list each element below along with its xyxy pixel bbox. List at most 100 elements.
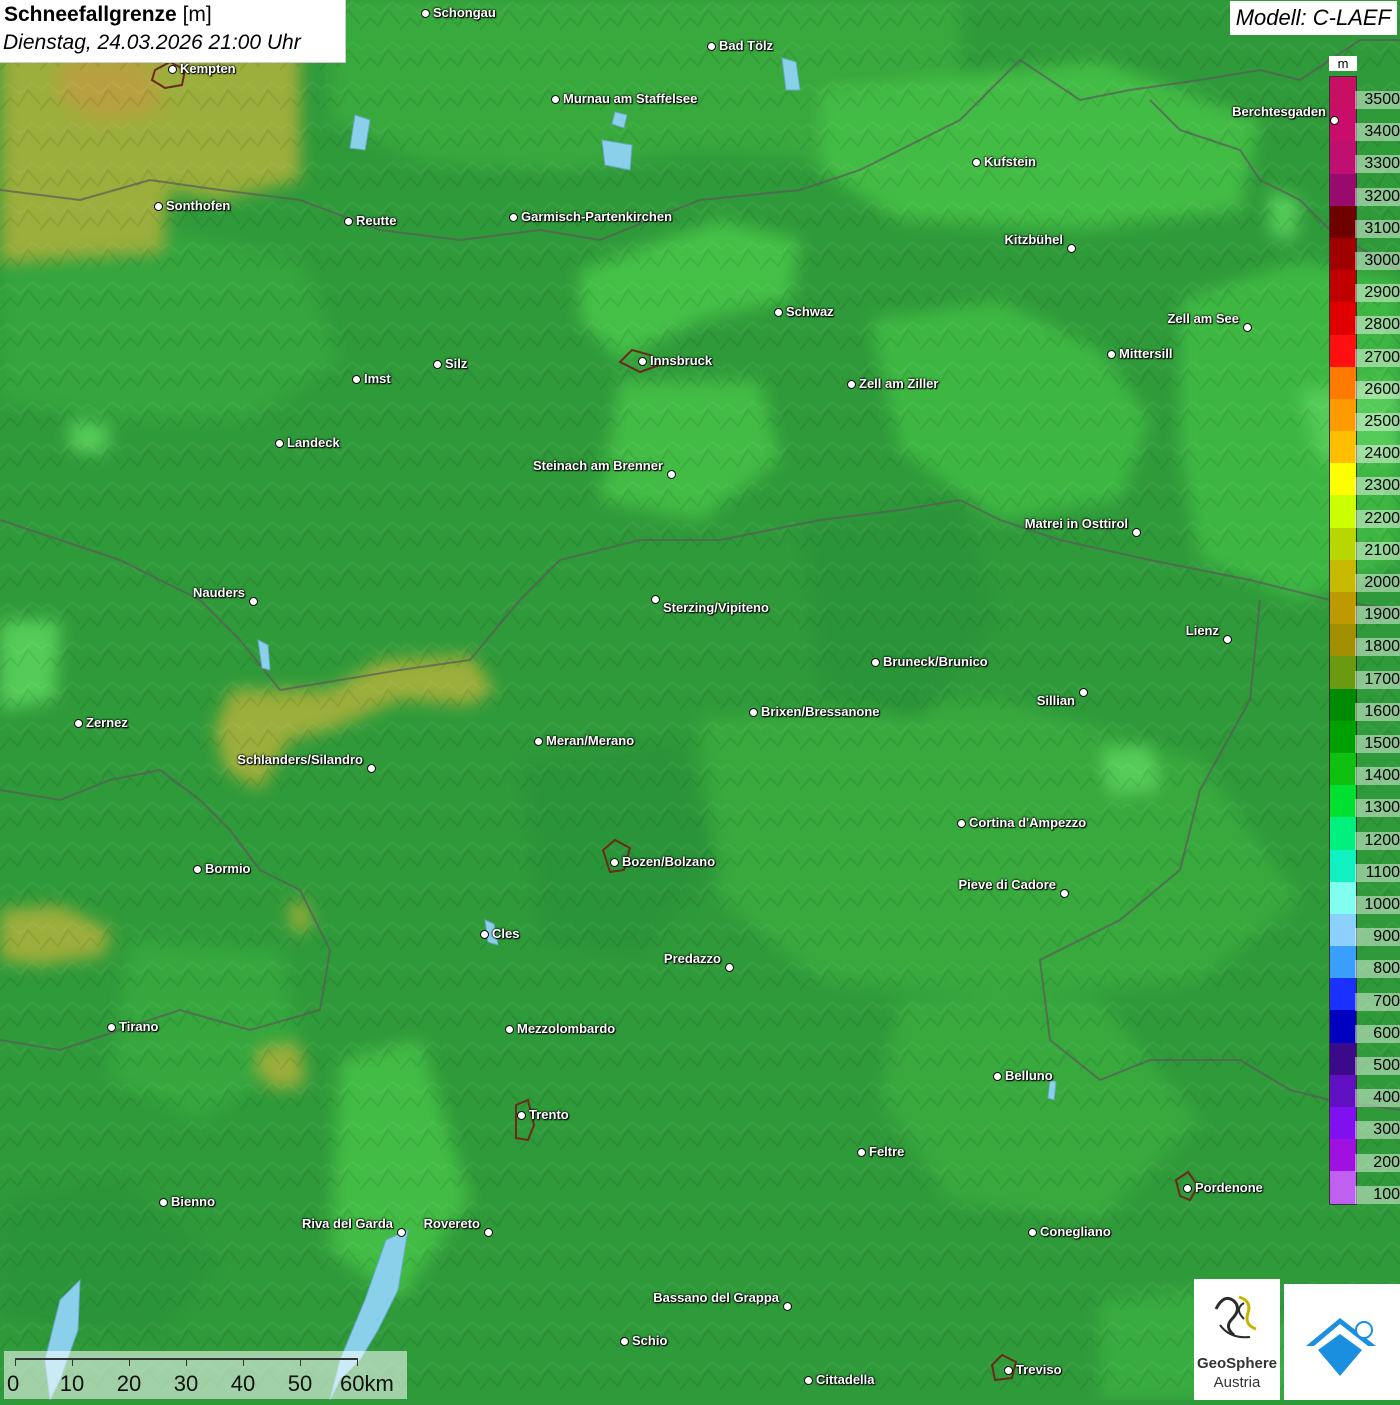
city-label[interactable]: Conegliano [1040, 1224, 1111, 1239]
city-label[interactable]: Meran/Merano [546, 733, 634, 748]
city-marker[interactable] [1132, 528, 1141, 537]
city-label[interactable]: Predazzo [664, 951, 721, 966]
city-marker[interactable] [1330, 116, 1339, 125]
city-marker[interactable] [993, 1072, 1002, 1081]
city-marker[interactable] [107, 1023, 116, 1032]
city-marker[interactable] [74, 719, 83, 728]
city-label[interactable]: Kufstein [984, 154, 1036, 169]
city-label[interactable]: Sonthofen [166, 198, 230, 213]
city-marker[interactable] [847, 380, 856, 389]
city-marker[interactable] [344, 217, 353, 226]
city-label[interactable]: Bassano del Grappa [653, 1290, 779, 1305]
city-marker[interactable] [1243, 323, 1252, 332]
city-label[interactable]: Innsbruck [650, 353, 712, 368]
city-label[interactable]: Berchtesgaden [1232, 104, 1326, 119]
city-marker[interactable] [1028, 1228, 1037, 1237]
city-label[interactable]: Garmisch-Partenkirchen [521, 209, 672, 224]
city-marker[interactable] [957, 819, 966, 828]
city-label[interactable]: Bienno [171, 1194, 215, 1209]
city-label[interactable]: Mittersill [1119, 346, 1172, 361]
city-marker[interactable] [484, 1228, 493, 1237]
city-marker[interactable] [509, 213, 518, 222]
city-label[interactable]: Trento [529, 1107, 569, 1122]
city-label[interactable]: Riva del Garda [302, 1216, 393, 1231]
city-label[interactable]: Brixen/Bressanone [761, 704, 880, 719]
city-marker[interactable] [1004, 1366, 1013, 1375]
city-marker[interactable] [725, 963, 734, 972]
city-label[interactable]: Pieve di Cadore [958, 877, 1056, 892]
city-marker[interactable] [620, 1337, 629, 1346]
city-label[interactable]: Sillian [1037, 693, 1075, 708]
city-marker[interactable] [1079, 688, 1088, 697]
city-marker[interactable] [871, 658, 880, 667]
city-label[interactable]: Mezzolombardo [517, 1021, 615, 1036]
city-marker[interactable] [1183, 1184, 1192, 1193]
city-label[interactable]: Silz [445, 356, 467, 371]
city-label[interactable]: Cittadella [816, 1372, 875, 1387]
city-label[interactable]: Cles [492, 926, 519, 941]
city-marker[interactable] [804, 1376, 813, 1385]
city-label[interactable]: Rovereto [424, 1216, 480, 1231]
city-marker[interactable] [638, 357, 647, 366]
city-label[interactable]: Murnau am Staffelsee [563, 91, 697, 106]
city-marker[interactable] [421, 9, 430, 18]
city-marker[interactable] [1067, 244, 1076, 253]
city-label[interactable]: Schongau [433, 5, 496, 20]
city-label[interactable]: Kempten [180, 61, 236, 76]
city-marker[interactable] [154, 202, 163, 211]
city-marker[interactable] [534, 737, 543, 746]
city-marker[interactable] [505, 1025, 514, 1034]
city-marker[interactable] [249, 597, 258, 606]
geosphere-logo[interactable]: GeoSphere Austria [1194, 1279, 1280, 1400]
city-marker[interactable] [168, 65, 177, 74]
city-marker[interactable] [1223, 635, 1232, 644]
city-label[interactable]: Bozen/Bolzano [622, 854, 715, 869]
city-label[interactable]: Belluno [1005, 1068, 1053, 1083]
city-label[interactable]: Imst [364, 371, 391, 386]
city-marker[interactable] [610, 858, 619, 867]
city-marker[interactable] [667, 470, 676, 479]
app-logo[interactable] [1284, 1284, 1400, 1400]
city-label[interactable]: Pordenone [1195, 1180, 1263, 1195]
city-marker[interactable] [1107, 350, 1116, 359]
city-label[interactable]: Schlanders/Silandro [237, 752, 363, 767]
city-label[interactable]: Treviso [1016, 1362, 1062, 1377]
city-marker[interactable] [433, 360, 442, 369]
city-label[interactable]: Bruneck/Brunico [883, 654, 988, 669]
city-label[interactable]: Schio [632, 1333, 667, 1348]
city-label[interactable]: Nauders [193, 585, 245, 600]
city-marker[interactable] [367, 764, 376, 773]
city-label[interactable]: Zernez [86, 715, 128, 730]
city-marker[interactable] [774, 308, 783, 317]
city-label[interactable]: Tirano [119, 1019, 159, 1034]
city-label[interactable]: Feltre [869, 1144, 904, 1159]
city-label[interactable]: Zell am Ziller [859, 376, 938, 391]
city-marker[interactable] [480, 930, 489, 939]
city-label[interactable]: Matrei in Osttirol [1025, 516, 1128, 531]
city-marker[interactable] [551, 95, 560, 104]
city-marker[interactable] [749, 708, 758, 717]
city-label[interactable]: Reutte [356, 213, 396, 228]
city-marker[interactable] [972, 158, 981, 167]
city-label[interactable]: Lienz [1186, 623, 1219, 638]
city-marker[interactable] [517, 1111, 526, 1120]
city-label[interactable]: Cortina d'Ampezzo [969, 815, 1086, 830]
city-label[interactable]: Landeck [287, 435, 340, 450]
city-label[interactable]: Kitzbühel [1005, 232, 1064, 247]
city-label[interactable]: Sterzing/Vipiteno [663, 600, 769, 615]
city-marker[interactable] [275, 439, 284, 448]
city-marker[interactable] [707, 42, 716, 51]
city-label[interactable]: Zell am See [1167, 311, 1239, 326]
city-marker[interactable] [193, 865, 202, 874]
city-marker[interactable] [1060, 889, 1069, 898]
city-marker[interactable] [397, 1228, 406, 1237]
city-label[interactable]: Steinach am Brenner [533, 458, 663, 473]
city-marker[interactable] [857, 1148, 866, 1157]
city-marker[interactable] [159, 1198, 168, 1207]
city-label[interactable]: Schwaz [786, 304, 834, 319]
city-marker[interactable] [783, 1302, 792, 1311]
city-label[interactable]: Bad Tölz [719, 38, 773, 53]
city-label[interactable]: Bormio [205, 861, 251, 876]
city-marker[interactable] [352, 375, 361, 384]
city-marker[interactable] [651, 595, 660, 604]
